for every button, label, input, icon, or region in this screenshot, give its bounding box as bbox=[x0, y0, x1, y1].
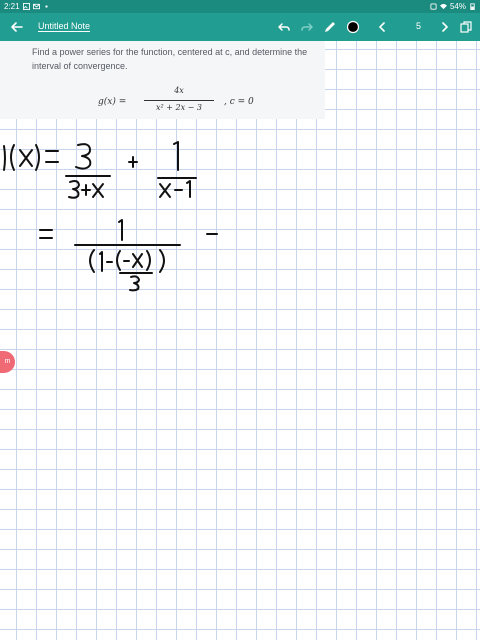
battery-icon bbox=[469, 3, 476, 10]
back-arrow-icon bbox=[11, 22, 23, 32]
app-bar: Untitled Note 5 bbox=[0, 13, 480, 41]
color-picker-button[interactable] bbox=[344, 18, 362, 36]
note-canvas[interactable] bbox=[0, 41, 480, 640]
color-swatch-icon bbox=[346, 20, 360, 34]
redo-button[interactable] bbox=[298, 18, 316, 36]
prev-page-icon bbox=[378, 22, 385, 32]
battery-percent: 54% bbox=[449, 2, 466, 11]
more-notifications-icon bbox=[43, 3, 50, 10]
next-page-button[interactable] bbox=[436, 18, 454, 36]
undo-icon bbox=[278, 23, 290, 31]
prev-page-button[interactable] bbox=[373, 18, 391, 36]
pen-tool-button[interactable] bbox=[321, 18, 339, 36]
note-title[interactable]: Untitled Note bbox=[38, 21, 90, 31]
copy-pages-icon bbox=[460, 21, 472, 33]
next-page-icon bbox=[442, 22, 449, 32]
page-number: 5 bbox=[416, 21, 422, 31]
problem-statement: Find a power series for the function, ce… bbox=[32, 47, 308, 71]
problem-formula: g(x) = 4x x² + 2x − 3 , c = 0 bbox=[98, 86, 318, 120]
problem-card: Find a power series for the function, ce… bbox=[0, 41, 325, 119]
formula-numerator: 4x bbox=[174, 86, 184, 95]
formula-lhs: g(x) = bbox=[98, 97, 127, 107]
mail-icon bbox=[32, 3, 40, 10]
wifi-icon bbox=[439, 3, 447, 10]
formula-center: , c = 0 bbox=[224, 97, 254, 107]
back-button[interactable] bbox=[8, 18, 26, 36]
formula-denominator: x² + 2x − 3 bbox=[156, 103, 202, 112]
status-bar: 2:21 54% bbox=[0, 0, 480, 13]
fraction-bar bbox=[144, 100, 214, 101]
redo-icon bbox=[301, 23, 313, 31]
copy-pages-button[interactable] bbox=[457, 18, 475, 36]
pen-icon bbox=[325, 22, 335, 32]
status-time: 2:21 bbox=[4, 2, 20, 11]
side-tab-label: m bbox=[4, 358, 11, 365]
undo-button[interactable] bbox=[275, 18, 293, 36]
nfc-icon bbox=[430, 3, 437, 10]
formula-fraction: 4x x² + 2x − 3 bbox=[144, 86, 214, 112]
image-notification-icon bbox=[22, 3, 30, 10]
